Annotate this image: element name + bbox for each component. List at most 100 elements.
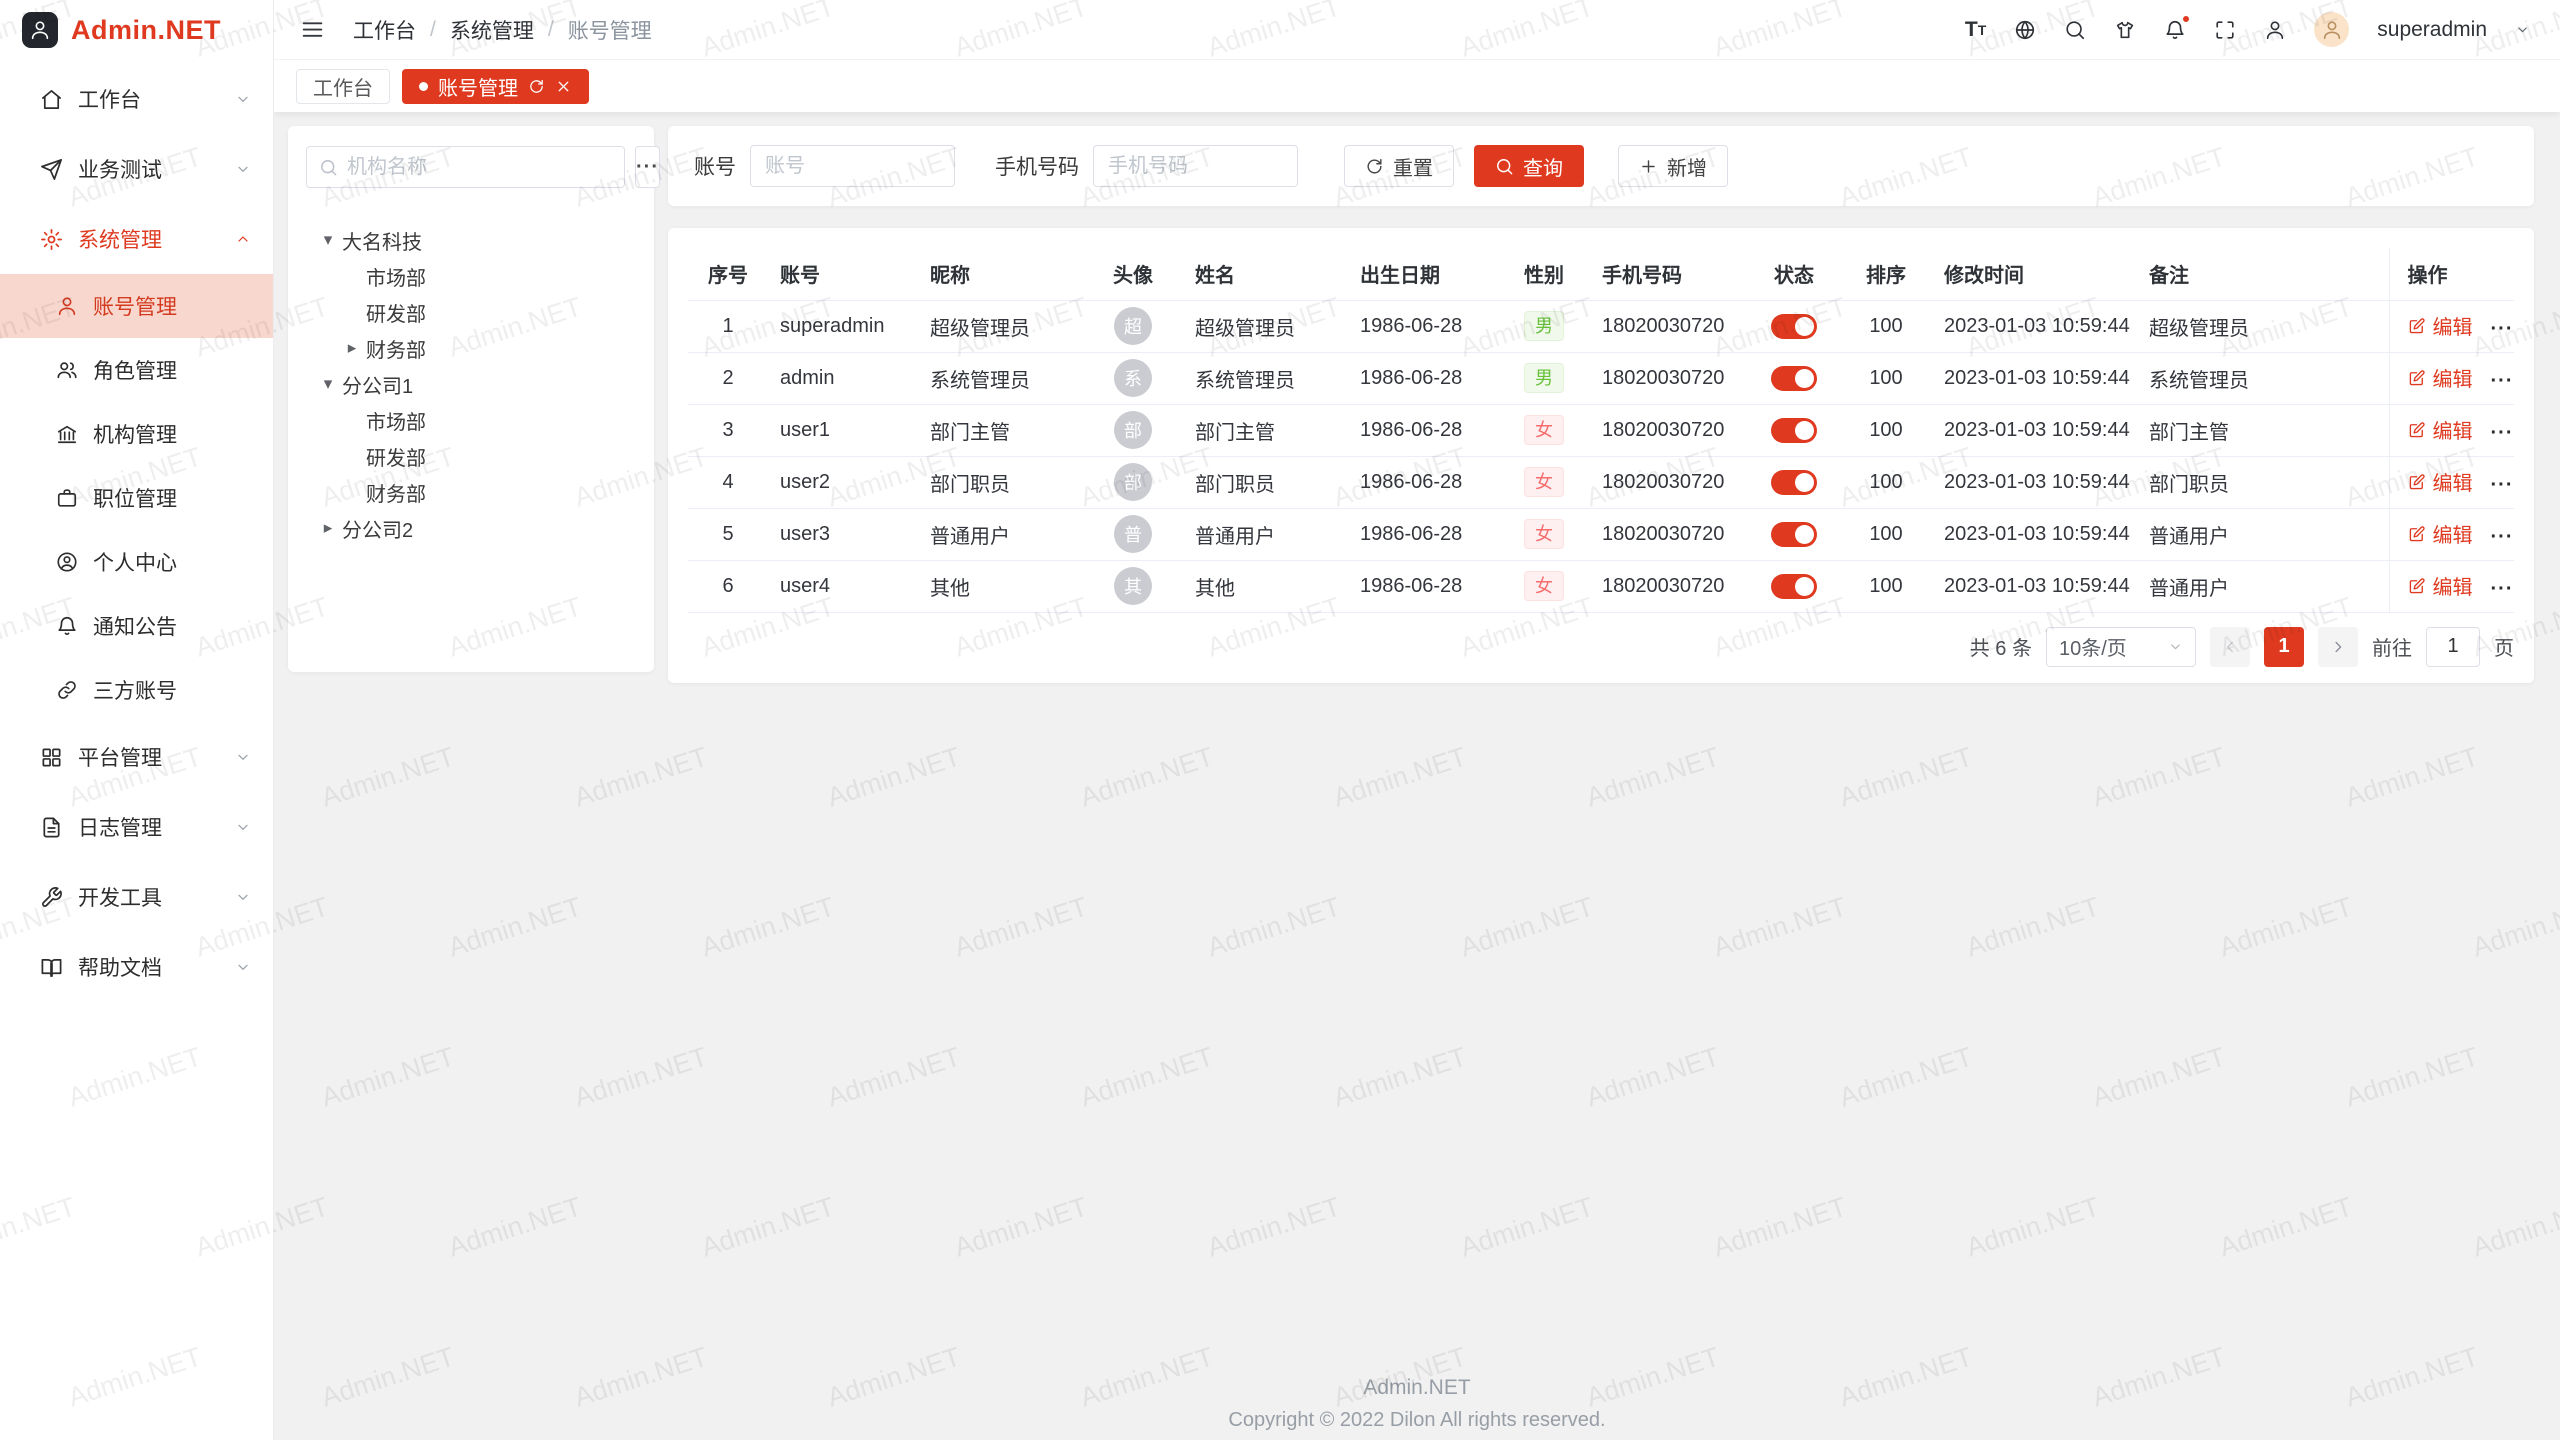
user-icon[interactable]	[2264, 19, 2286, 41]
avatar[interactable]	[2314, 12, 2349, 47]
sidebar-subitem-notice[interactable]: 通知公告	[0, 594, 273, 658]
edit-button[interactable]: 编辑	[2408, 571, 2473, 600]
tree-node[interactable]: 研发部	[306, 294, 636, 330]
sidebar-subitem-label: 角色管理	[93, 355, 177, 385]
account-input[interactable]	[750, 145, 955, 187]
content: ··· ▾大名科技市场部研发部▸财务部▾分公司1市场部研发部财务部▸分公司2 账…	[274, 112, 2560, 1440]
tree-node-label: 市场部	[366, 262, 426, 291]
status-toggle[interactable]	[1771, 314, 1817, 339]
status-toggle[interactable]	[1771, 574, 1817, 599]
bell-icon[interactable]	[2164, 19, 2186, 41]
status-toggle[interactable]	[1771, 522, 1817, 547]
edit-icon-glyph	[2408, 473, 2426, 491]
tree-node[interactable]: ▸财务部	[306, 330, 636, 366]
tab-close-icon[interactable]	[555, 78, 572, 95]
gear-icon-glyph	[40, 228, 63, 251]
edit-button[interactable]: 编辑	[2408, 415, 2473, 444]
org-more-button[interactable]: ···	[635, 146, 660, 188]
cell-modified-time: 2023-01-03 10:59:44	[1932, 352, 2137, 404]
globe-icon[interactable]	[2014, 19, 2036, 41]
tree-node[interactable]: 市场部	[306, 258, 636, 294]
search-button[interactable]: 查询	[1474, 145, 1584, 187]
chevron-down-icon[interactable]	[2515, 22, 2530, 37]
tree-node[interactable]: ▾大名科技	[306, 222, 636, 258]
edit-button[interactable]: 编辑	[2408, 519, 2473, 548]
cell-birth-date: 1986-06-28	[1348, 404, 1498, 456]
breadcrumb-item[interactable]: 工作台	[353, 15, 416, 45]
tree-node-label: 研发部	[366, 298, 426, 327]
tab-refresh-icon[interactable]	[528, 78, 545, 95]
sidebar-item-business-test[interactable]: 业务测试	[0, 134, 273, 204]
sidebar-item-system-management[interactable]: 系统管理	[0, 204, 273, 274]
close-icon-glyph	[555, 78, 572, 95]
tree-node-label: 研发部	[366, 442, 426, 471]
tree-node[interactable]: ▾分公司1	[306, 366, 636, 402]
search-icon-glyph	[1495, 157, 1514, 176]
row-more-icon[interactable]: ···	[2491, 526, 2514, 548]
cell-phone: 18020030720	[1590, 404, 1748, 456]
status-toggle[interactable]	[1771, 366, 1817, 391]
sidebar-item-platform[interactable]: 平台管理	[0, 722, 273, 792]
add-button[interactable]: 新增	[1618, 145, 1728, 187]
tree-node[interactable]: 研发部	[306, 438, 636, 474]
sidebar-subitem-account[interactable]: 账号管理	[0, 274, 273, 338]
page-size-select[interactable]: 10条/页	[2046, 627, 2196, 667]
phone-input[interactable]	[1093, 145, 1298, 187]
reset-button[interactable]: 重置	[1344, 145, 1454, 187]
edit-button[interactable]: 编辑	[2408, 311, 2473, 340]
theme-icon[interactable]	[2114, 19, 2136, 41]
notification-badge	[2181, 14, 2191, 24]
username[interactable]: superadmin	[2377, 18, 2487, 42]
cell-avatar: 部	[1083, 404, 1183, 456]
search-icon[interactable]	[2064, 19, 2086, 41]
cell-gender: 男	[1498, 352, 1590, 404]
font-size-icon[interactable]: TT	[1965, 18, 1986, 42]
sidebar-item-workbench[interactable]: 工作台	[0, 64, 273, 134]
sidebar-subitem-role[interactable]: 角色管理	[0, 338, 273, 402]
row-more-icon[interactable]: ···	[2491, 578, 2514, 600]
tab-workbench[interactable]: 工作台	[296, 69, 390, 104]
sidebar-subitem-third-account[interactable]: 三方账号	[0, 658, 273, 722]
cell-phone: 18020030720	[1590, 352, 1748, 404]
sidebar-subitem-org[interactable]: 机构管理	[0, 402, 273, 466]
sidebar-item-dev-tools[interactable]: 开发工具	[0, 862, 273, 932]
current-page[interactable]: 1	[2264, 627, 2304, 667]
cell-nickname: 部门主管	[918, 404, 1083, 456]
col-operations: 操作	[2389, 248, 2514, 300]
sidebar-subitem-position[interactable]: 职位管理	[0, 466, 273, 530]
sidebar-item-help-docs[interactable]: 帮助文档	[0, 932, 273, 1002]
cell-index: 5	[688, 508, 768, 560]
org-search-row: ···	[306, 146, 636, 188]
next-page-button[interactable]	[2318, 627, 2358, 667]
status-toggle[interactable]	[1771, 418, 1817, 443]
row-more-icon[interactable]: ···	[2491, 318, 2514, 340]
status-toggle[interactable]	[1771, 470, 1817, 495]
cell-phone: 18020030720	[1590, 300, 1748, 352]
edit-button[interactable]: 编辑	[2408, 363, 2473, 392]
org-search-input[interactable]	[347, 156, 612, 179]
row-more-icon[interactable]: ···	[2491, 422, 2514, 444]
sidebar-item-label: 日志管理	[78, 812, 220, 842]
cell-status	[1748, 560, 1840, 612]
edit-button[interactable]: 编辑	[2408, 467, 2473, 496]
goto-page-input[interactable]	[2426, 627, 2480, 667]
chevron-down-icon	[235, 749, 251, 765]
fullscreen-icon[interactable]	[2214, 19, 2236, 41]
footer: Admin.NET Copyright © 2022 Dilon All rig…	[274, 1376, 2560, 1432]
breadcrumb-item[interactable]: 系统管理	[450, 15, 534, 45]
tree-node[interactable]: 市场部	[306, 402, 636, 438]
app-logo[interactable]: Admin.NET	[0, 0, 273, 60]
sidebar-subitem-profile[interactable]: 个人中心	[0, 530, 273, 594]
prev-page-button[interactable]	[2210, 627, 2250, 667]
tab-account-management[interactable]: 账号管理	[402, 69, 589, 104]
sidebar-item-log[interactable]: 日志管理	[0, 792, 273, 862]
cell-status	[1748, 456, 1840, 508]
tree-node-label: 分公司2	[342, 514, 413, 543]
cell-remark: 部门主管	[2137, 404, 2389, 456]
row-more-icon[interactable]: ···	[2491, 370, 2514, 392]
row-more-icon[interactable]: ···	[2491, 474, 2514, 496]
collapse-menu-icon[interactable]	[300, 17, 325, 42]
tree-node[interactable]: 财务部	[306, 474, 636, 510]
tree-node[interactable]: ▸分公司2	[306, 510, 636, 546]
profile-icon	[56, 551, 78, 573]
